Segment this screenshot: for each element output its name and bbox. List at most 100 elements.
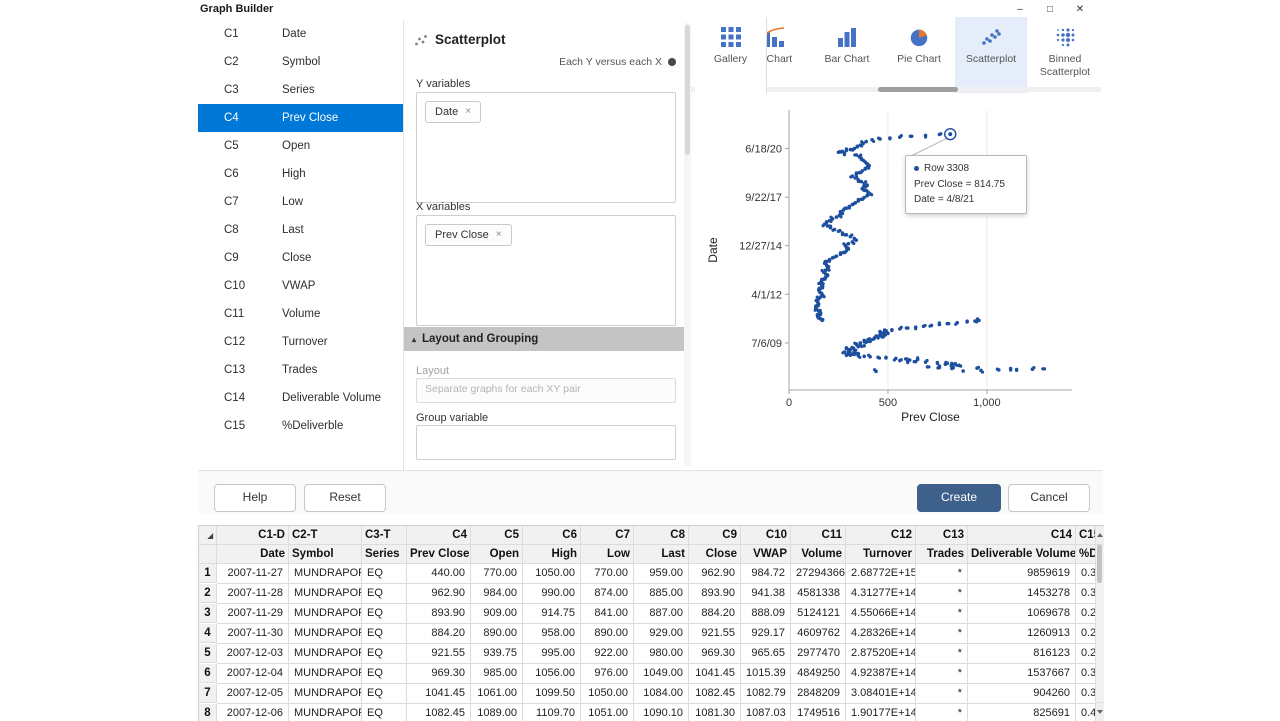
cell[interactable]: 922.00 xyxy=(581,644,634,664)
column-item-c13[interactable]: C13Trades xyxy=(198,356,403,384)
y-variables-dropzone[interactable]: Date × xyxy=(416,92,676,203)
cell[interactable]: 885.00 xyxy=(634,584,689,604)
column-item-c15[interactable]: C15%Deliverble xyxy=(198,412,403,440)
column-name-header[interactable]: Deliverable Volume xyxy=(968,545,1076,564)
close-button[interactable]: ✕ xyxy=(1065,1,1095,18)
column-name-header[interactable]: Open xyxy=(471,545,523,564)
column-name-header[interactable]: Close xyxy=(689,545,741,564)
cell[interactable]: EQ xyxy=(362,704,407,721)
cell[interactable]: MUNDRAPORT xyxy=(289,564,362,584)
cell[interactable]: 1109.70 xyxy=(523,704,581,721)
create-button[interactable]: Create xyxy=(917,484,1001,512)
row-number[interactable]: 6 xyxy=(199,664,217,683)
cell[interactable]: 1453278 xyxy=(968,584,1076,604)
column-id-header[interactable]: C12 xyxy=(846,526,916,545)
cell[interactable]: MUNDRAPORT xyxy=(289,604,362,624)
cell[interactable]: 1069678 xyxy=(968,604,1076,624)
cell[interactable]: * xyxy=(916,684,968,704)
column-id-header[interactable]: C8 xyxy=(634,526,689,545)
cell[interactable]: 4581338 xyxy=(791,584,846,604)
cell[interactable]: 1050.00 xyxy=(523,564,581,584)
scroll-up-button[interactable] xyxy=(1096,526,1103,545)
column-name-header[interactable]: Trades xyxy=(916,545,968,564)
column-id-header[interactable]: C5 xyxy=(471,526,523,545)
column-item-c14[interactable]: C14Deliverable Volume xyxy=(198,384,403,412)
cell[interactable]: 0.2088 xyxy=(1076,604,1096,624)
cell[interactable]: 1090.10 xyxy=(634,704,689,721)
cell[interactable]: 2007-12-06 xyxy=(217,704,289,721)
cancel-button[interactable]: Cancel xyxy=(1008,484,1090,512)
cell[interactable]: EQ xyxy=(362,584,407,604)
gallery-scrollbar-thumb[interactable] xyxy=(878,87,958,92)
column-item-c8[interactable]: C8Last xyxy=(198,216,403,244)
cell[interactable]: 904260 xyxy=(968,684,1076,704)
cell[interactable]: 965.65 xyxy=(741,644,791,664)
layout-grouping-section-header[interactable]: ▴ Layout and Grouping xyxy=(404,327,692,351)
cell[interactable]: 969.30 xyxy=(407,664,471,684)
cell[interactable]: EQ xyxy=(362,664,407,684)
column-item-c3[interactable]: C3Series xyxy=(198,76,403,104)
cell[interactable]: 4.31277E+14 xyxy=(846,584,916,604)
help-button[interactable]: Help xyxy=(214,484,296,512)
cell[interactable]: 0.3171 xyxy=(1076,664,1096,684)
column-id-header[interactable]: C7 xyxy=(581,526,634,545)
cell[interactable]: 1082.45 xyxy=(407,704,471,721)
column-item-c11[interactable]: C11Volume xyxy=(198,300,403,328)
column-id-header[interactable]: C6 xyxy=(523,526,581,545)
column-id-header[interactable]: C9 xyxy=(689,526,741,545)
scrollbar-thumb[interactable] xyxy=(1097,545,1102,583)
group-variable-dropzone[interactable] xyxy=(416,425,676,460)
gallery-item-bar-chart[interactable]: Bar Chart xyxy=(811,17,883,93)
remove-chip-icon[interactable]: × xyxy=(496,230,502,240)
column-id-header[interactable]: C1-D xyxy=(217,526,289,545)
cell[interactable]: 2.87520E+14 xyxy=(846,644,916,664)
column-name-header[interactable]: %Deliverble xyxy=(1076,545,1096,564)
cell[interactable]: 887.00 xyxy=(634,604,689,624)
worksheet-corner-cell[interactable] xyxy=(199,545,217,564)
cell[interactable]: 874.00 xyxy=(581,584,634,604)
gallery-item-pareto-chart[interactable]: o Chart xyxy=(767,17,811,93)
row-number[interactable]: 4 xyxy=(199,624,217,643)
scroll-down-button[interactable] xyxy=(1096,702,1103,721)
cell[interactable]: MUNDRAPORT xyxy=(289,704,362,721)
cell[interactable]: 1049.00 xyxy=(634,664,689,684)
row-number[interactable]: 2 xyxy=(199,584,217,603)
cell[interactable]: 2977470 xyxy=(791,644,846,664)
radio-selected-icon[interactable] xyxy=(668,58,676,66)
cell[interactable]: 1041.45 xyxy=(407,684,471,704)
column-name-header[interactable]: High xyxy=(523,545,581,564)
cell[interactable]: EQ xyxy=(362,684,407,704)
cell[interactable]: 1061.00 xyxy=(471,684,523,704)
column-name-header[interactable]: Symbol xyxy=(289,545,362,564)
cell[interactable]: 921.55 xyxy=(407,644,471,664)
column-name-header[interactable]: Volume xyxy=(791,545,846,564)
column-item-c6[interactable]: C6High xyxy=(198,160,403,188)
column-id-header[interactable]: C15 xyxy=(1076,526,1096,545)
column-name-header[interactable]: Prev Close xyxy=(407,545,471,564)
gallery-item-scatterplot[interactable]: Scatterplot xyxy=(955,17,1027,93)
cell[interactable]: 984.00 xyxy=(471,584,523,604)
column-name-header[interactable]: Last xyxy=(634,545,689,564)
cell[interactable]: 1081.30 xyxy=(689,704,741,721)
cell[interactable]: 1082.45 xyxy=(689,684,741,704)
row-number[interactable]: 3 xyxy=(199,604,217,623)
cell[interactable]: 2007-11-30 xyxy=(217,624,289,644)
layout-select[interactable]: Separate graphs for each XY pair xyxy=(416,378,676,403)
column-id-header[interactable]: C3-T xyxy=(362,526,407,545)
cell[interactable]: 884.20 xyxy=(689,604,741,624)
x-variables-dropzone[interactable]: Prev Close × xyxy=(416,215,676,326)
cell[interactable]: 2007-11-29 xyxy=(217,604,289,624)
cell[interactable]: 4.28326E+14 xyxy=(846,624,916,644)
row-number[interactable]: 1 xyxy=(199,564,217,583)
cell[interactable]: 1082.79 xyxy=(741,684,791,704)
cell[interactable]: 962.90 xyxy=(407,584,471,604)
cell[interactable]: 929.00 xyxy=(634,624,689,644)
scrollbar-thumb[interactable] xyxy=(685,25,690,155)
cell[interactable]: 0.2735 xyxy=(1076,624,1096,644)
options-scrollbar[interactable] xyxy=(684,23,691,466)
cell[interactable]: * xyxy=(916,704,968,721)
column-name-header[interactable]: Low xyxy=(581,545,634,564)
cell[interactable]: 939.75 xyxy=(471,644,523,664)
column-id-header[interactable]: C14 xyxy=(968,526,1076,545)
gallery-item-pie-chart[interactable]: Pie Chart xyxy=(883,17,955,93)
